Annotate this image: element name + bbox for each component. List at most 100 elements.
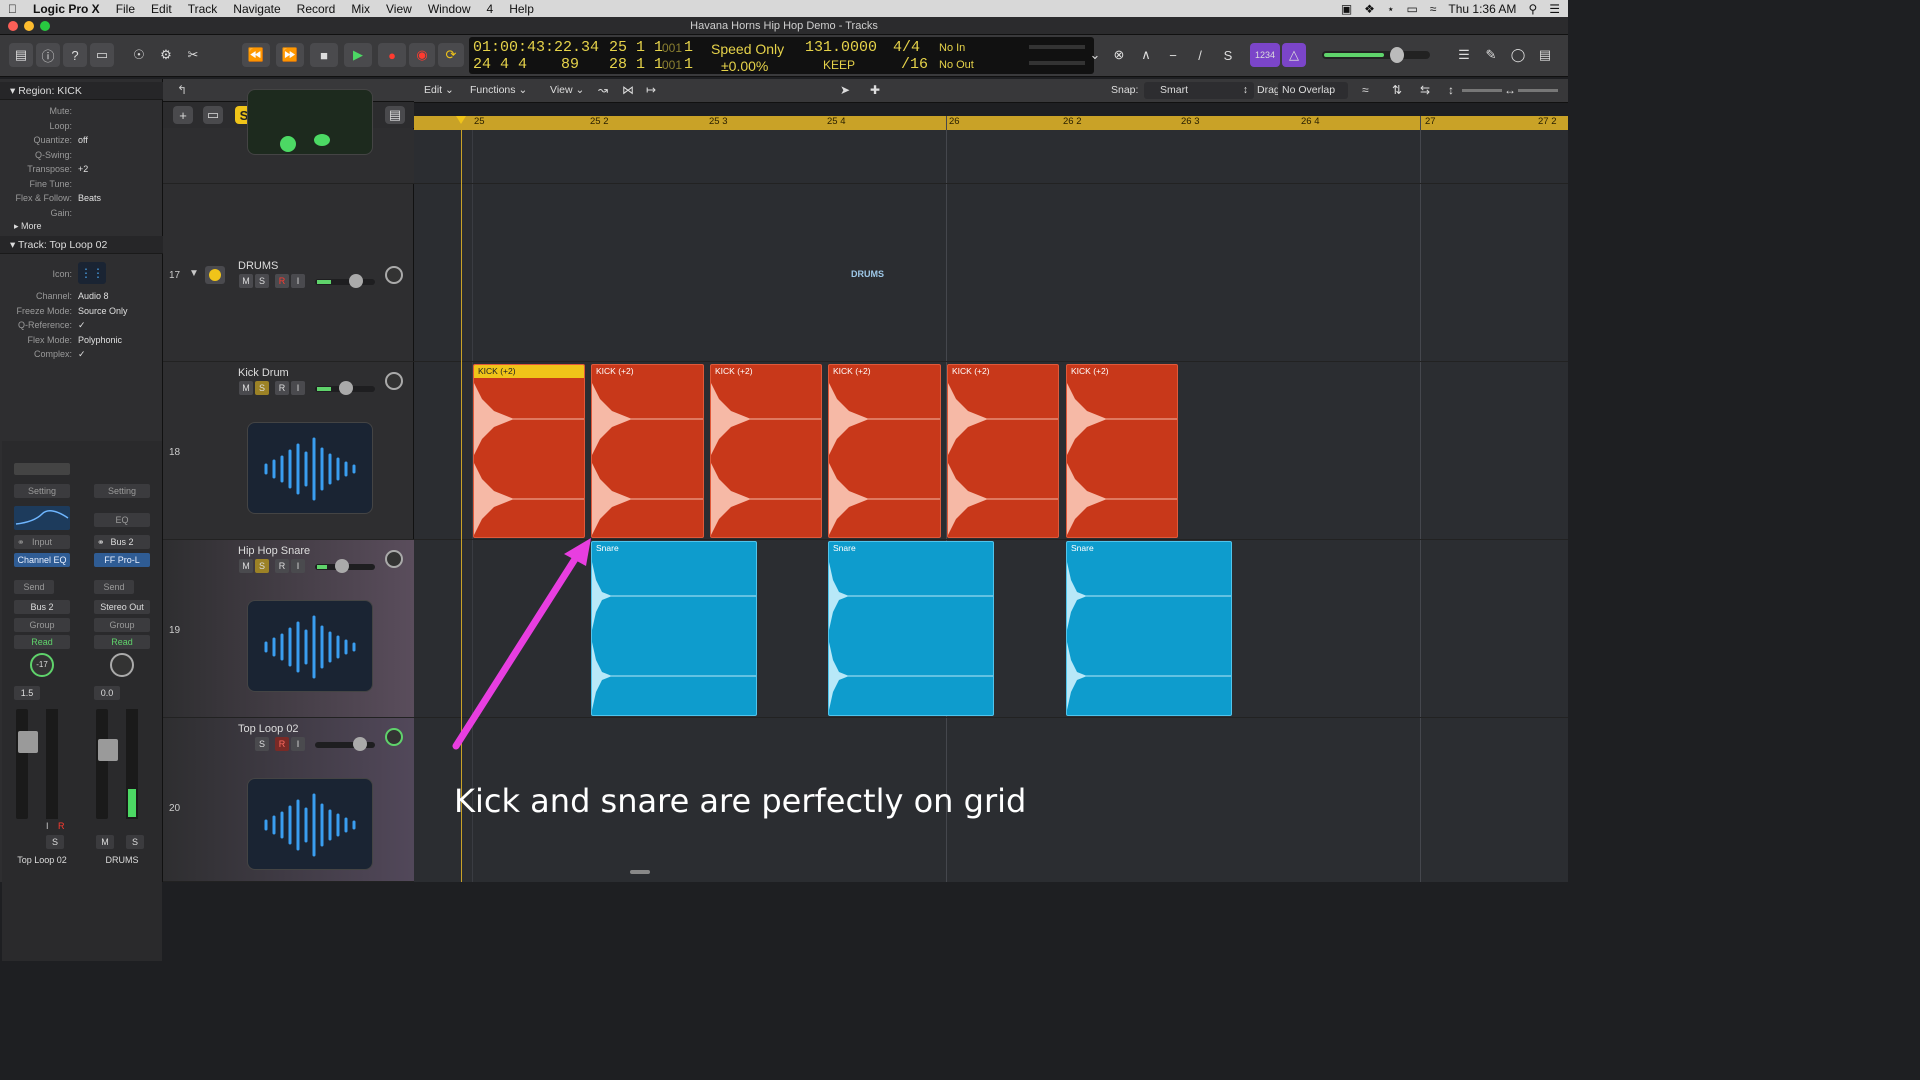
mixer-icon[interactable]: ⚙: [154, 43, 178, 67]
list-editors-icon[interactable]: ☰: [1452, 43, 1476, 67]
menu-list-icon[interactable]: ☰: [1549, 2, 1560, 16]
fast-forward-button[interactable]: ⏩: [276, 43, 304, 67]
menu-file[interactable]: File: [108, 2, 143, 16]
autopunch-icon[interactable]: /: [1188, 43, 1212, 67]
record-enable-left[interactable]: R: [58, 821, 65, 831]
setting-button-left[interactable]: Setting: [14, 484, 70, 498]
plugin-ff-pro-l[interactable]: FF Pro-L: [94, 553, 150, 567]
tuner-icon[interactable]: ∧: [1134, 43, 1158, 67]
track-param-row[interactable]: Complex: ✓: [0, 347, 160, 361]
horizontal-fit-icon[interactable]: ↔: [1504, 83, 1516, 97]
snap-dropdown[interactable]: Smart ↕: [1144, 82, 1254, 99]
track-name[interactable]: DRUMS: [238, 260, 278, 272]
region-param-row[interactable]: Transpose: +2: [0, 162, 160, 176]
bluetooth-icon[interactable]: ⋆: [1387, 2, 1395, 16]
input-monitor-button[interactable]: I: [291, 737, 305, 751]
menu-help[interactable]: Help: [501, 2, 542, 16]
loop-browser-icon[interactable]: ◯: [1506, 43, 1530, 67]
functions-menu[interactable]: Functions ⌄: [470, 84, 527, 96]
volume-fader-right[interactable]: [98, 739, 118, 761]
track-inspector-header[interactable]: ▾ Track: Top Loop 02: [0, 236, 163, 254]
region-param-row[interactable]: Gain:: [0, 206, 160, 220]
solo-button-right[interactable]: S: [126, 835, 144, 849]
track-param-row[interactable]: Channel: Audio 8: [0, 289, 160, 303]
view-menu[interactable]: View ⌄: [550, 84, 584, 96]
toolbar-toggle-icon[interactable]: ▭: [90, 43, 114, 67]
folder-disclosure-icon[interactable]: ▼: [189, 268, 199, 279]
horizontal-scrollbar[interactable]: [630, 870, 650, 874]
track-on-button[interactable]: [205, 266, 225, 284]
vertical-zoom-slider[interactable]: [1462, 89, 1502, 92]
record-enable-button[interactable]: R: [275, 381, 289, 395]
solo-button[interactable]: S: [255, 274, 269, 288]
dropbox-icon[interactable]: ❖: [1364, 2, 1375, 16]
record-enable-button[interactable]: R: [275, 559, 289, 573]
pointer-tool-icon[interactable]: ➤: [840, 83, 850, 97]
record-button[interactable]: ●: [378, 43, 406, 67]
menu-edit[interactable]: Edit: [143, 2, 180, 16]
volume-fader-left[interactable]: [18, 731, 38, 753]
mute-button-right[interactable]: M: [96, 835, 114, 849]
track-hip-hop-snare[interactable]: 19 Hip Hop Snare M S R I: [163, 540, 414, 718]
editors-icon[interactable]: ✂: [181, 43, 205, 67]
pan-knob-left[interactable]: -17: [30, 653, 54, 677]
note-pad-icon[interactable]: ✎: [1479, 43, 1503, 67]
region-param-row[interactable]: Mute:: [0, 104, 160, 118]
pan-knob[interactable]: [385, 728, 403, 746]
more-disclosure[interactable]: ▸ More: [14, 221, 42, 232]
pan-knob[interactable]: [385, 372, 403, 390]
automation-read-right[interactable]: Read: [94, 635, 150, 649]
duplicate-track-icon[interactable]: ▭: [203, 106, 223, 124]
smart-controls-icon[interactable]: ☉: [127, 43, 151, 67]
menu-window[interactable]: Window: [420, 2, 479, 16]
automation-read-left[interactable]: Read: [14, 635, 70, 649]
solo-button[interactable]: S: [255, 381, 269, 395]
cycle-button[interactable]: ⟳: [438, 43, 464, 67]
airplay-icon[interactable]: ▭: [1406, 2, 1417, 16]
vertical-fit-icon[interactable]: ↕: [1448, 83, 1454, 97]
region-param-row[interactable]: Quantize: off: [0, 133, 160, 147]
mute-button[interactable]: M: [239, 559, 253, 573]
track-name[interactable]: Hip Hop Snare: [238, 545, 310, 557]
horizontal-zoom-slider[interactable]: [1518, 89, 1558, 92]
solo-button[interactable]: S: [255, 559, 269, 573]
tracks-area[interactable]: 25 25 2 25 3 25 4 26 26 2 26 3 26 4 27 2…: [414, 116, 1568, 882]
input-monitor-button[interactable]: I: [291, 274, 305, 288]
track-param-row[interactable]: Q-Reference: ✓: [0, 318, 160, 332]
track-name[interactable]: Kick Drum: [238, 367, 289, 379]
solo-toggle-icon[interactable]: −: [1161, 43, 1185, 67]
rewind-button[interactable]: ⏪: [242, 43, 270, 67]
group-slot-left[interactable]: Group: [14, 618, 70, 632]
apple-icon[interactable]: : [0, 2, 25, 16]
vertical-zoom-icon[interactable]: ⇅: [1392, 83, 1402, 97]
track-top-loop-02[interactable]: 20 Top Loop 02 S R I: [163, 718, 414, 882]
eq-thumbnail[interactable]: [14, 506, 70, 530]
edit-menu[interactable]: Edit ⌄: [424, 84, 454, 96]
record-enable-button[interactable]: R: [275, 737, 289, 751]
input-slot-left[interactable]: ⚭ Input: [14, 535, 70, 549]
mute-button[interactable]: M: [239, 274, 253, 288]
menu-navigate[interactable]: Navigate: [225, 2, 288, 16]
menu-track[interactable]: Track: [180, 2, 226, 16]
pan-knob[interactable]: [385, 266, 403, 284]
track-param-row[interactable]: Flex Mode: Polyphonic: [0, 333, 160, 347]
lcd-dropdown-icon[interactable]: ⌄: [1089, 43, 1101, 67]
pan-knob-right[interactable]: [110, 653, 134, 677]
region-param-row[interactable]: Loop:: [0, 119, 160, 133]
setting-button-right[interactable]: Setting: [94, 484, 150, 498]
horizontal-zoom-icon[interactable]: ⇆: [1420, 83, 1430, 97]
send-slot-left[interactable]: Send: [14, 580, 54, 594]
crosshair-tool-icon[interactable]: ✚: [870, 83, 880, 97]
send-slot-right[interactable]: Send: [94, 580, 134, 594]
eq-slot-right[interactable]: EQ: [94, 513, 150, 527]
zoom-window-icon[interactable]: [40, 21, 50, 31]
lcd-display[interactable]: 01:00:43:22.34 25 1 1 001 1 24 4 4 89 28…: [469, 37, 1094, 74]
menu-4[interactable]: 4: [479, 2, 502, 16]
volume-slider[interactable]: [315, 274, 375, 288]
capture-record-button[interactable]: ◉: [409, 43, 435, 67]
record-enable-button[interactable]: R: [275, 274, 289, 288]
menu-clock[interactable]: Thu 1:36 AM: [1448, 2, 1516, 16]
track-icon-waveform-icon[interactable]: ⋮⋮: [78, 262, 106, 284]
track-param-row[interactable]: Freeze Mode: Source Only: [0, 304, 160, 318]
region-param-row[interactable]: Fine Tune:: [0, 177, 160, 191]
